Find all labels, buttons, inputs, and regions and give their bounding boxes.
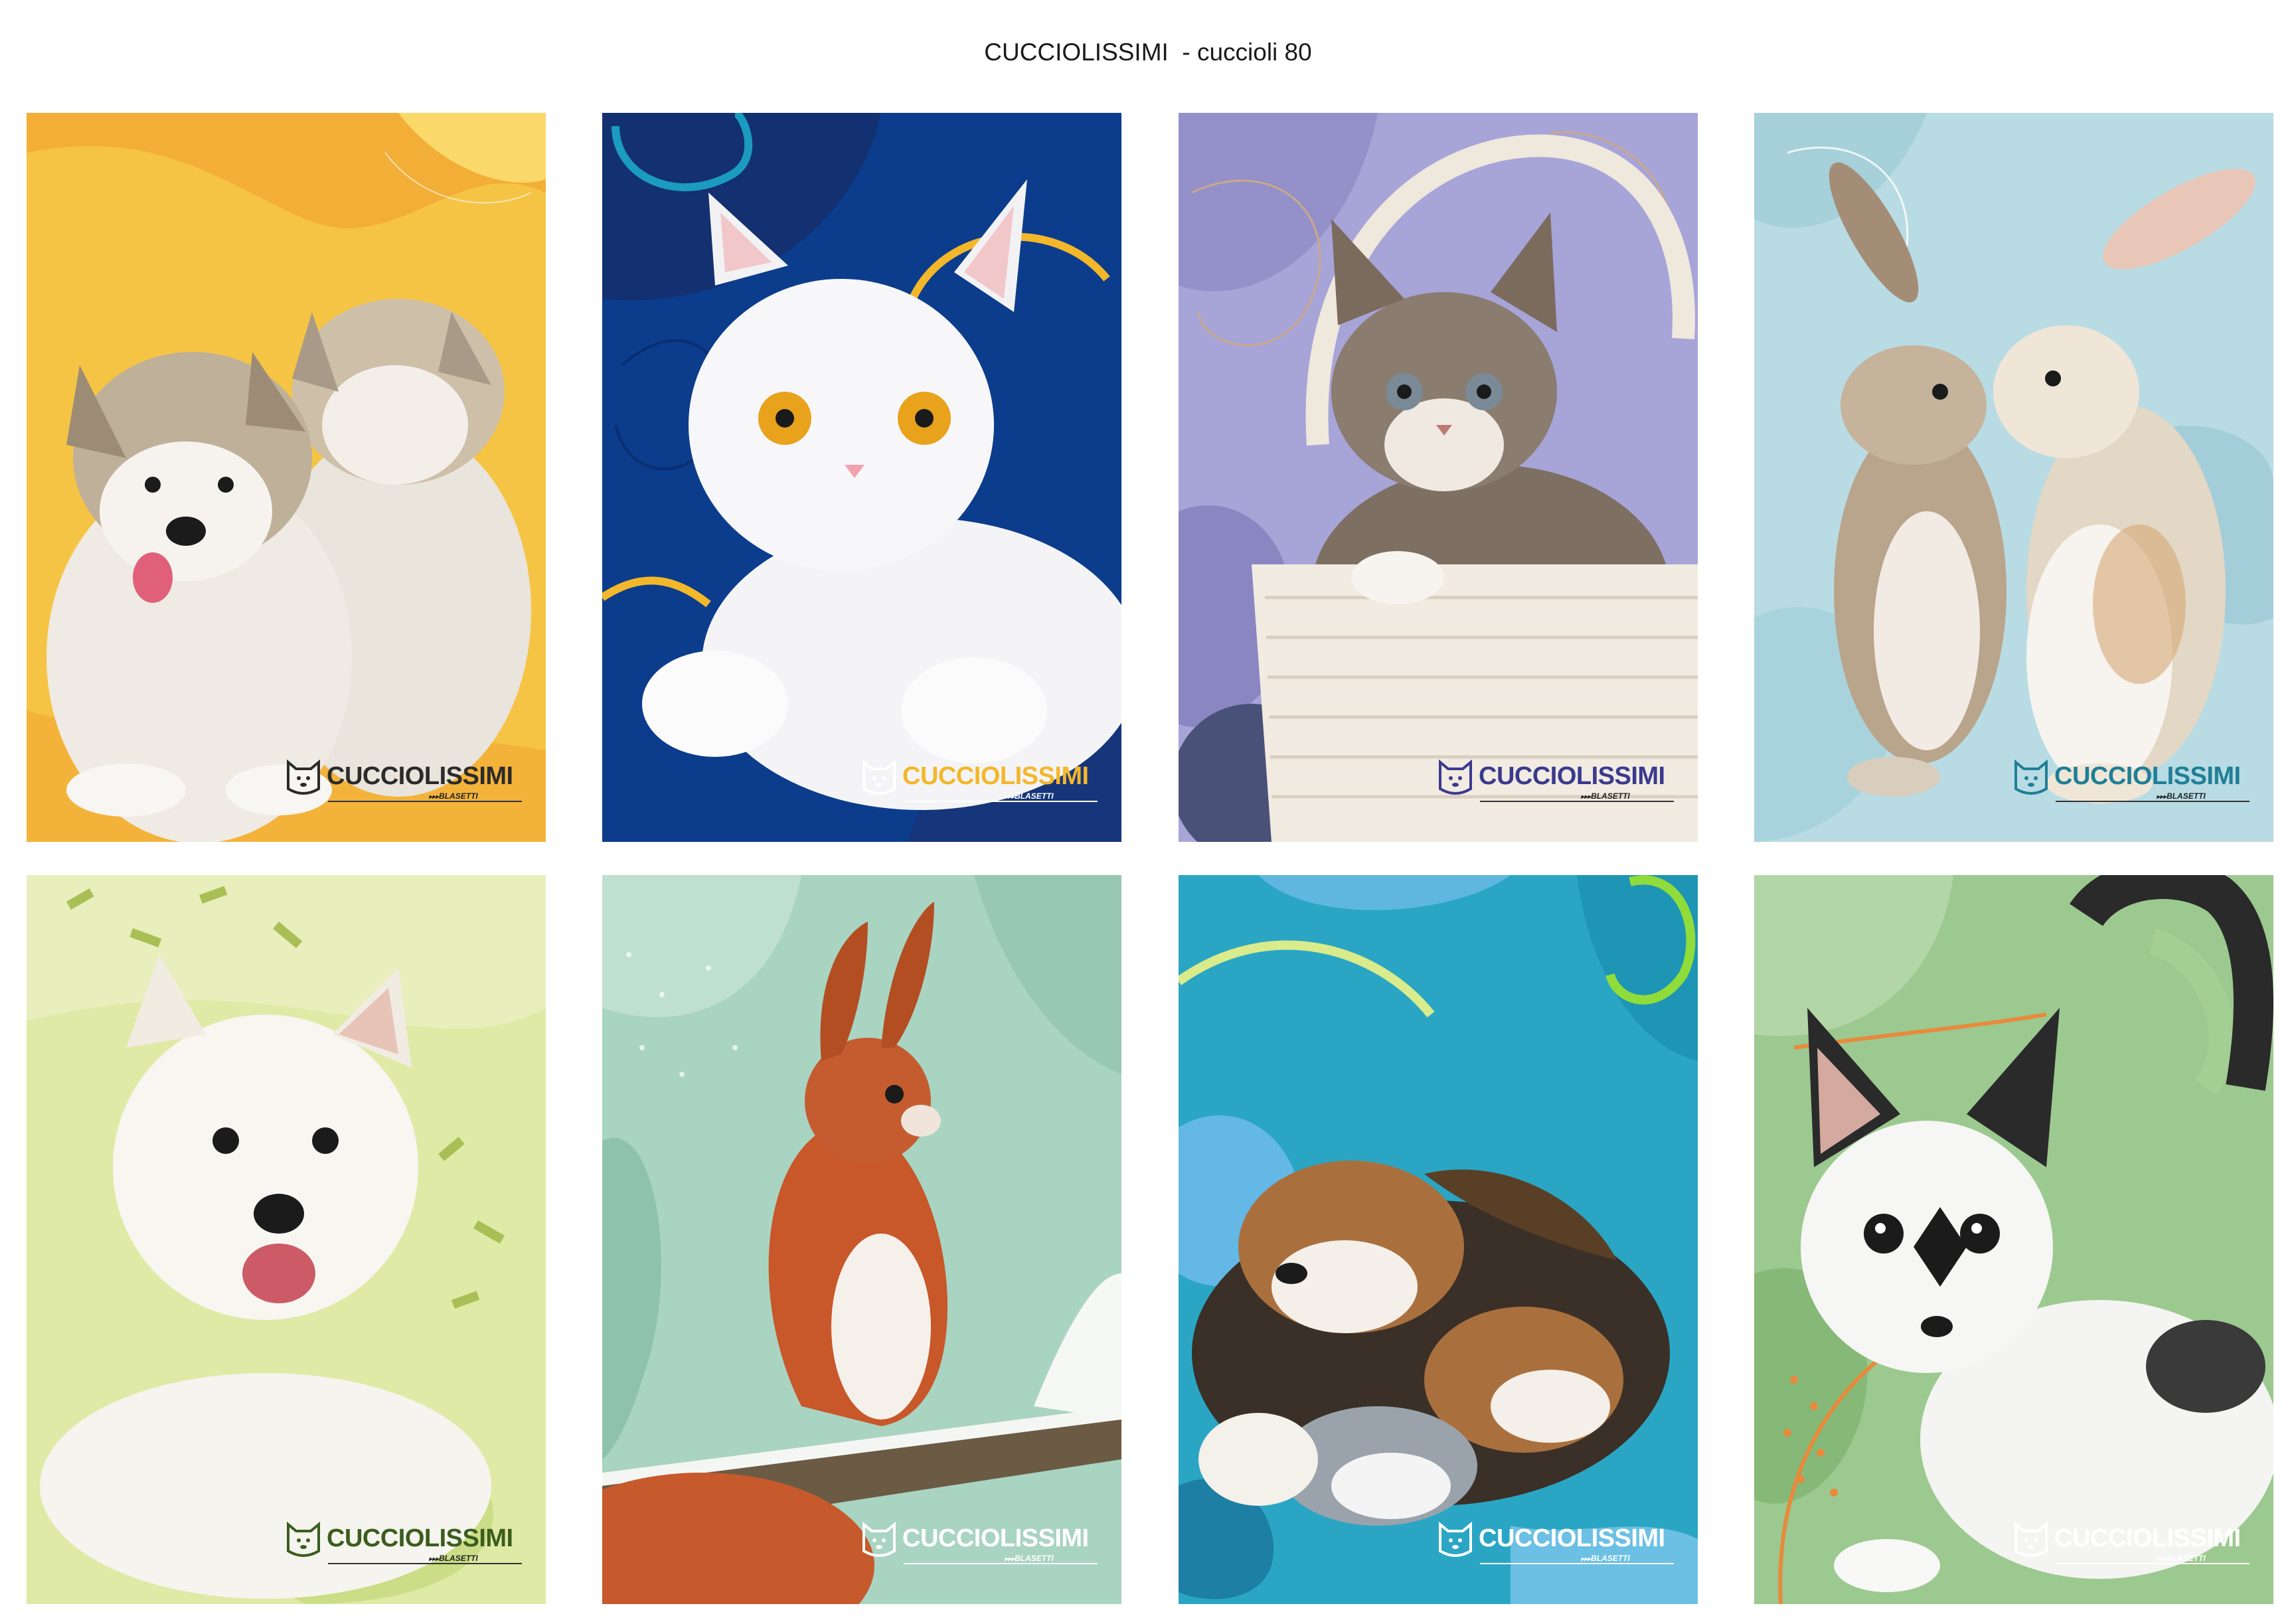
puppy-logo-icon [1439, 1521, 1472, 1557]
publisher-name: BLASETTI [1581, 791, 1630, 801]
cover-westie-dog[interactable]: CUCCIOLISSIMI BLASETTI [27, 875, 546, 1604]
logo-divider [904, 801, 1098, 802]
brand-logo: CUCCIOLISSIMI BLASETTI [860, 756, 1099, 810]
brand-name: CUCCIOLISSIMI [2054, 1524, 2241, 1552]
publisher-name: BLASETTI [429, 791, 478, 801]
brand-logo: CUCCIOLISSIMI BLASETTI [860, 1518, 1099, 1572]
logo-divider [328, 1563, 522, 1564]
puppy-logo-icon [2014, 759, 2048, 795]
cover-red-squirrel[interactable]: CUCCIOLISSIMI BLASETTI [602, 875, 1121, 1604]
brand-logo: CUCCIOLISSIMI BLASETTI [284, 1518, 523, 1572]
kitten-in-basket-illustration [1179, 113, 1698, 842]
beagle-puppies-illustration [1179, 875, 1698, 1604]
brand-name: CUCCIOLISSIMI [902, 1524, 1089, 1552]
husky-puppies-illustration [27, 113, 546, 842]
publisher-name: BLASETTI [2157, 791, 2206, 801]
brand-name: CUCCIOLISSIMI [327, 1524, 513, 1552]
publisher-name: BLASETTI [1581, 1554, 1630, 1563]
rabbits-illustration [1754, 113, 2273, 842]
brand-logo: CUCCIOLISSIMI BLASETTI [2012, 756, 2251, 810]
page-title: CUCCIOLISSIMI - cuccioli 80 [984, 39, 1312, 66]
publisher-name: BLASETTI [429, 1554, 478, 1563]
brand-logo: CUCCIOLISSIMI BLASETTI [1436, 756, 1675, 810]
publisher-name: BLASETTI [1005, 791, 1054, 801]
cover-black-white-kitten[interactable]: CUCCIOLISSIMI BLASETTI [1754, 875, 2273, 1604]
cover-beagle-puppies-and-kitten[interactable]: CUCCIOLISSIMI BLASETTI [1179, 875, 1698, 1604]
puppy-logo-icon [287, 1521, 320, 1557]
cover-white-kitten[interactable]: CUCCIOLISSIMI BLASETTI [602, 113, 1121, 842]
brand-name: CUCCIOLISSIMI [902, 762, 1089, 790]
cover-kitten-in-basket[interactable]: CUCCIOLISSIMI BLASETTI [1179, 113, 1698, 842]
brand-logo: CUCCIOLISSIMI BLASETTI [284, 756, 523, 810]
puppy-logo-icon [287, 759, 320, 795]
brand-logo: CUCCIOLISSIMI BLASETTI [2012, 1518, 2251, 1572]
logo-divider [904, 1563, 1098, 1564]
brand-name: CUCCIOLISSIMI [1479, 762, 1665, 790]
brand-name: CUCCIOLISSIMI [2054, 762, 2241, 790]
publisher-name: BLASETTI [2157, 1554, 2206, 1563]
logo-divider [2056, 1563, 2250, 1564]
white-kitten-illustration [602, 113, 1121, 842]
logo-divider [1480, 801, 1674, 802]
red-squirrel-illustration [602, 875, 1121, 1604]
logo-divider [328, 801, 522, 802]
puppy-logo-icon [862, 759, 896, 795]
logo-divider [2056, 801, 2250, 802]
puppy-logo-icon [2014, 1521, 2048, 1557]
cover-husky-puppies[interactable]: CUCCIOLISSIMI BLASETTI [27, 113, 546, 842]
puppy-logo-icon [862, 1521, 896, 1557]
puppy-logo-icon [1439, 759, 1472, 795]
logo-divider [1480, 1563, 1674, 1564]
publisher-name: BLASETTI [1005, 1554, 1054, 1563]
westie-dog-illustration [27, 875, 546, 1604]
brand-logo: CUCCIOLISSIMI BLASETTI [1436, 1518, 1675, 1572]
cover-rabbits[interactable]: CUCCIOLISSIMI BLASETTI [1754, 113, 2273, 842]
brand-name: CUCCIOLISSIMI [327, 762, 513, 790]
black-white-kitten-illustration [1754, 875, 2273, 1604]
brand-name: CUCCIOLISSIMI [1479, 1524, 1665, 1552]
